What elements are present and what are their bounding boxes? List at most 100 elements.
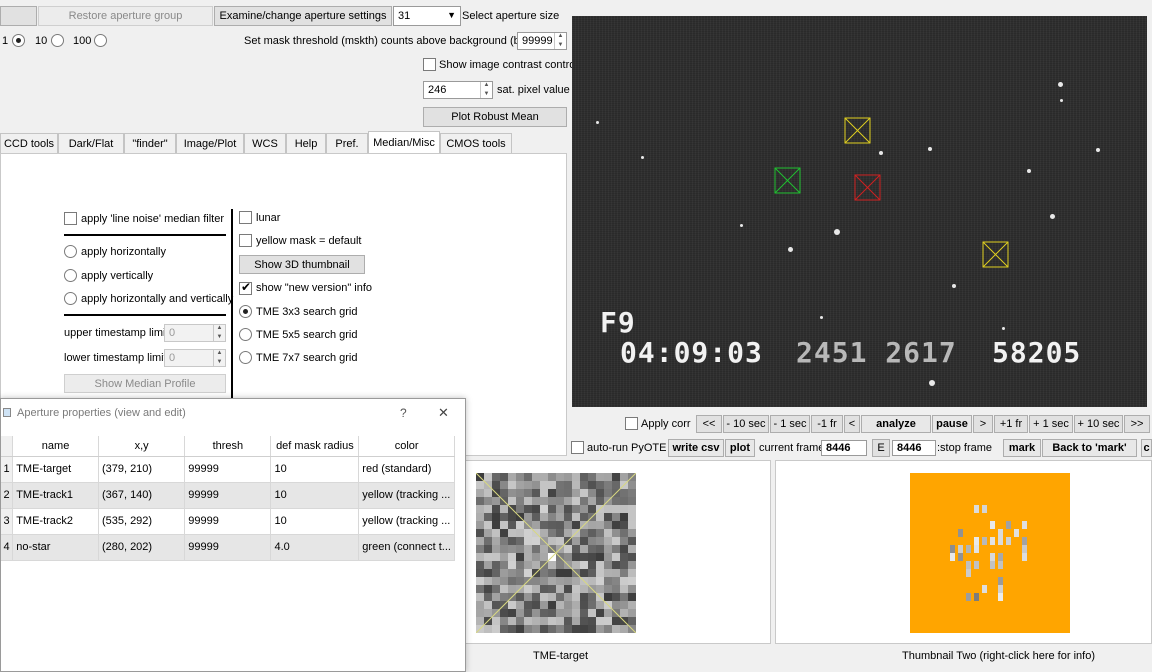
yellow-mask-checkbox[interactable] xyxy=(239,234,252,247)
tab-cmos-tools[interactable]: CMOS tools xyxy=(440,133,512,153)
table-row[interactable]: 3 TME-track2 (535, 292) 99999 10 yellow … xyxy=(1,508,455,535)
plus-10-sec-button[interactable]: + 10 sec xyxy=(1074,415,1123,433)
minus-10-sec-button[interactable]: - 10 sec xyxy=(723,415,769,433)
chevron-down-icon: ▼ xyxy=(447,10,456,20)
apply-corr-checkbox[interactable] xyxy=(625,417,638,430)
thumbnail-two-image[interactable] xyxy=(910,473,1070,633)
aperture-color-cell[interactable]: yellow (tracking ... xyxy=(358,482,455,509)
tab-median-misc[interactable]: Median/Misc xyxy=(368,131,440,154)
aperture-radius-cell[interactable]: 10 xyxy=(270,456,360,483)
radio-100[interactable] xyxy=(94,34,107,47)
show-median-profile-button[interactable]: Show Median Profile xyxy=(64,374,226,393)
step-back-button[interactable]: < xyxy=(844,415,860,433)
tab-finder[interactable]: "finder" xyxy=(124,133,176,153)
tab-wcs[interactable]: WCS xyxy=(244,133,286,153)
cut-off-button[interactable]: c xyxy=(1141,439,1152,457)
spin-arrows-icon[interactable]: ▲ ▼ xyxy=(480,82,492,98)
spin-arrows-icon[interactable]: ▲ ▼ xyxy=(554,33,566,49)
table-row[interactable]: 1 TME-target (379, 210) 99999 10 red (st… xyxy=(1,456,455,483)
radio-10[interactable] xyxy=(51,34,64,47)
help-icon[interactable]: ? xyxy=(400,406,407,420)
aperture-name-cell[interactable]: TME-track1 xyxy=(12,482,99,509)
show-contrast-checkbox[interactable] xyxy=(423,58,436,71)
window-titlebar[interactable]: Aperture properties (view and edit) ? ✕ xyxy=(1,399,465,427)
aperture-name-cell[interactable]: no-star xyxy=(12,534,99,561)
osd-counters: 2451 2617 xyxy=(796,336,957,369)
thumbnail-one-image[interactable] xyxy=(476,473,636,633)
minus-1-frame-button[interactable]: -1 fr xyxy=(811,415,843,433)
sat-pixel-input[interactable]: 246 ▲ ▼ xyxy=(423,81,493,99)
step-forward-button[interactable]: > xyxy=(973,415,993,433)
write-csv-button[interactable]: write csv xyxy=(668,439,724,457)
tab-image-plot[interactable]: Image/Plot xyxy=(176,133,244,153)
line-noise-checkbox[interactable] xyxy=(64,212,77,225)
lunar-checkbox[interactable] xyxy=(239,211,252,224)
aperture-radius-cell[interactable]: 10 xyxy=(270,482,360,509)
aperture-size-select[interactable]: 31 ▼ xyxy=(393,6,461,26)
aperture-radius-cell[interactable]: 10 xyxy=(270,508,360,535)
tab-ccd-tools[interactable]: CCD tools xyxy=(0,133,58,153)
stop-frame-input[interactable]: 8446 xyxy=(892,440,936,456)
back-to-mark-button[interactable]: Back to 'mark' xyxy=(1042,439,1137,457)
current-frame-input[interactable]: 8446 xyxy=(821,440,867,456)
aperture-thresh-cell[interactable]: 99999 xyxy=(184,456,272,483)
table-row[interactable]: 4 no-star (280, 202) 99999 4.0 green (co… xyxy=(1,534,455,561)
spin-arrows-icon[interactable]: ▲ ▼ xyxy=(213,325,225,341)
analyze-button[interactable]: analyze xyxy=(861,415,931,433)
plot-robust-mean-button[interactable]: Plot Robust Mean xyxy=(423,107,567,127)
plot-button[interactable]: plot xyxy=(725,439,755,457)
rewind-fast-button[interactable]: << xyxy=(696,415,722,433)
aperture-xy-cell[interactable]: (379, 210) xyxy=(98,456,186,483)
show-3d-thumbnail-button[interactable]: Show 3D thumbnail xyxy=(239,255,365,274)
grid-3x3-radio[interactable] xyxy=(239,305,252,318)
row-number: 4 xyxy=(1,534,14,561)
restore-aperture-group-button[interactable]: Restore aperture group xyxy=(38,6,213,26)
video-frame[interactable]: F9 04:09:03 2451 2617 58205 xyxy=(572,16,1147,407)
tab-pref[interactable]: Pref. xyxy=(326,133,368,153)
apply-horizontally-radio[interactable] xyxy=(64,245,77,258)
aperture-name-cell[interactable]: TME-target xyxy=(12,456,99,483)
spin-arrows-icon[interactable]: ▲ ▼ xyxy=(213,350,225,366)
lower-timestamp-input[interactable]: 0 ▲ ▼ xyxy=(164,349,226,367)
minus-1-sec-button[interactable]: - 1 sec xyxy=(770,415,810,433)
tab-help[interactable]: Help xyxy=(286,133,326,153)
aperture-xy-cell[interactable]: (535, 292) xyxy=(98,508,186,535)
aperture-xy-cell[interactable]: (367, 140) xyxy=(98,482,186,509)
e-button[interactable]: E xyxy=(872,439,890,457)
tab-dark-flat[interactable]: Dark/Flat xyxy=(58,133,124,153)
aperture-xy-cell[interactable]: (280, 202) xyxy=(98,534,186,561)
pause-button[interactable]: pause xyxy=(932,415,972,433)
aperture-radius-cell[interactable]: 4.0 xyxy=(270,534,360,561)
aperture-color-cell[interactable]: green (connect t... xyxy=(358,534,455,561)
column-header-radius[interactable]: def mask radius xyxy=(270,436,360,457)
row-number: 2 xyxy=(1,482,14,509)
column-header-thresh[interactable]: thresh xyxy=(184,436,272,457)
apply-both-radio[interactable] xyxy=(64,292,77,305)
close-icon[interactable]: ✕ xyxy=(438,405,449,421)
upper-timestamp-input[interactable]: 0 ▲ ▼ xyxy=(164,324,226,342)
aperture-thresh-cell[interactable]: 99999 xyxy=(184,508,272,535)
aperture-name-cell[interactable]: TME-track2 xyxy=(12,508,99,535)
forward-fast-button[interactable]: >> xyxy=(1124,415,1150,433)
table-row[interactable]: 2 TME-track1 (367, 140) 99999 10 yellow … xyxy=(1,482,455,509)
aperture-color-cell[interactable]: yellow (tracking ... xyxy=(358,508,455,535)
column-header-xy[interactable]: x,y xyxy=(98,436,186,457)
mark-button[interactable]: mark xyxy=(1003,439,1041,457)
aperture-color-cell[interactable]: red (standard) xyxy=(358,456,455,483)
aperture-thresh-cell[interactable]: 99999 xyxy=(184,482,272,509)
aperture-thresh-cell[interactable]: 99999 xyxy=(184,534,272,561)
radio-1[interactable] xyxy=(12,34,25,47)
window-app-icon xyxy=(3,408,11,417)
grid-7x7-radio[interactable] xyxy=(239,351,252,364)
grid-5x5-radio[interactable] xyxy=(239,328,252,341)
new-version-checkbox[interactable] xyxy=(239,280,252,295)
plus-1-sec-button[interactable]: + 1 sec xyxy=(1029,415,1073,433)
mask-threshold-input[interactable]: 99999 ▲ ▼ xyxy=(517,32,567,50)
auto-run-pyote-checkbox[interactable] xyxy=(571,441,584,454)
column-header-color[interactable]: color xyxy=(358,436,455,457)
column-header-name[interactable]: name xyxy=(12,436,99,457)
plus-1-frame-button[interactable]: +1 fr xyxy=(994,415,1028,433)
left-edge-button[interactable] xyxy=(0,6,37,26)
examine-aperture-settings-button[interactable]: Examine/change aperture settings xyxy=(214,6,392,26)
apply-vertically-radio[interactable] xyxy=(64,269,77,282)
